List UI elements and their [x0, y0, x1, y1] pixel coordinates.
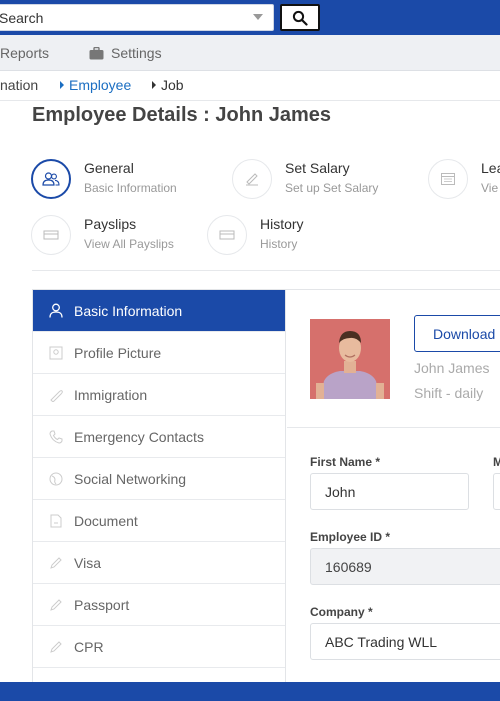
- document-icon: [48, 513, 63, 528]
- search-box[interactable]: [0, 4, 274, 31]
- company-label: Company *: [310, 605, 373, 619]
- briefcase-icon: [89, 46, 104, 60]
- nav-item-label: Document: [74, 512, 138, 529]
- top-bar: [0, 0, 500, 35]
- tile-subtitle: Set up Set Salary: [285, 181, 379, 195]
- tile-set-salary[interactable]: Set Salary Set up Set Salary: [232, 159, 378, 199]
- breadcrumb: nation Employee Job: [0, 71, 500, 101]
- nav-item-label: Emergency Contacts: [74, 428, 204, 445]
- nav-item-visa[interactable]: Visa: [33, 542, 285, 584]
- nav-item-label: Basic Information: [74, 302, 183, 319]
- nav-item-emergency-contacts[interactable]: Emergency Contacts: [33, 416, 285, 458]
- nav-item-label: CPR: [74, 638, 104, 655]
- caret-right-icon: [152, 81, 156, 89]
- tile-subtitle: View All Payslips: [84, 237, 174, 251]
- download-button[interactable]: Download: [414, 315, 500, 352]
- passport-icon: [48, 387, 63, 402]
- search-button[interactable]: [280, 4, 320, 31]
- pencil-icon: [48, 597, 63, 612]
- first-name-label: First Name *: [310, 455, 381, 469]
- divider: [287, 427, 500, 428]
- image-icon: [48, 345, 63, 360]
- globe-icon: [48, 471, 63, 486]
- tile-subtitle: Basic Information: [84, 181, 177, 195]
- nav-item-label: Visa: [74, 554, 101, 571]
- profile-photo: [310, 319, 390, 399]
- employee-id-input[interactable]: [310, 548, 500, 585]
- caret-right-icon: [60, 81, 64, 89]
- nav-item-label: Social Networking: [74, 470, 187, 487]
- tile-title: Payslips: [84, 216, 137, 232]
- first-name-input[interactable]: [310, 473, 469, 510]
- chevron-down-icon[interactable]: [253, 14, 263, 20]
- employee-id-label: Employee ID *: [310, 530, 391, 544]
- breadcrumb-item-employee[interactable]: Employee: [60, 77, 131, 93]
- profile-sections-nav: Basic Information Profile Picture Immigr…: [32, 289, 286, 684]
- pencil-icon: [48, 555, 63, 570]
- menu-reports-label: Reports: [0, 45, 50, 61]
- company-input[interactable]: [310, 623, 500, 660]
- nav-item-label: Passport: [74, 596, 130, 613]
- salary-icon: [232, 159, 272, 199]
- tile-history[interactable]: History History: [207, 215, 304, 255]
- page-title: Employee Details : John James: [32, 104, 332, 126]
- breadcrumb-label: Job: [161, 77, 184, 93]
- pencil-icon: [48, 639, 63, 654]
- breadcrumb-item[interactable]: nation: [0, 77, 38, 93]
- menu-reports[interactable]: Reports: [0, 35, 49, 71]
- search-icon: [292, 10, 308, 26]
- menu-bar: Reports Settings: [0, 35, 500, 71]
- nav-item-profile-picture[interactable]: Profile Picture: [33, 332, 285, 374]
- nav-item-passport[interactable]: Passport: [33, 584, 285, 626]
- nav-item-immigration[interactable]: Immigration: [33, 374, 285, 416]
- divider: [32, 270, 500, 271]
- tile-payslips[interactable]: Payslips View All Payslips: [31, 215, 174, 255]
- breadcrumb-item-job[interactable]: Job: [152, 77, 184, 93]
- tile-subtitle: History: [260, 237, 298, 251]
- nav-item-basic-information[interactable]: Basic Information: [33, 290, 285, 332]
- search-input[interactable]: [0, 5, 237, 30]
- tile-subtitle: Vie: [481, 181, 499, 195]
- user-icon: [48, 303, 63, 318]
- nav-item-label: Profile Picture: [74, 344, 162, 361]
- breadcrumb-label: nation: [0, 77, 39, 93]
- middle-name-input[interactable]: [493, 473, 500, 510]
- nav-item-document[interactable]: Document: [33, 500, 285, 542]
- tile-title: Set Salary: [285, 160, 350, 176]
- middle-name-label: M: [493, 455, 500, 469]
- tile-title: General: [84, 160, 134, 176]
- payslip-icon: [31, 215, 71, 255]
- footer-bar: [0, 682, 500, 701]
- tile-general[interactable]: General Basic Information: [31, 159, 177, 199]
- tile-title: History: [260, 216, 304, 232]
- nav-item-cpr[interactable]: CPR: [33, 626, 285, 668]
- menu-settings-label: Settings: [111, 45, 162, 61]
- menu-settings[interactable]: Settings: [89, 35, 162, 71]
- phone-icon: [48, 429, 63, 444]
- employee-name: John James: [414, 360, 490, 376]
- nav-item-label: Immigration: [74, 386, 148, 403]
- breadcrumb-label: Employee: [69, 77, 132, 93]
- nav-item-social-networking[interactable]: Social Networking: [33, 458, 285, 500]
- calendar-icon: [428, 159, 468, 199]
- tile-leave[interactable]: Lea Vie: [428, 159, 500, 199]
- employee-shift: Shift - daily: [414, 385, 484, 401]
- tile-title: Lea: [481, 160, 500, 176]
- users-icon: [31, 159, 71, 199]
- history-icon: [207, 215, 247, 255]
